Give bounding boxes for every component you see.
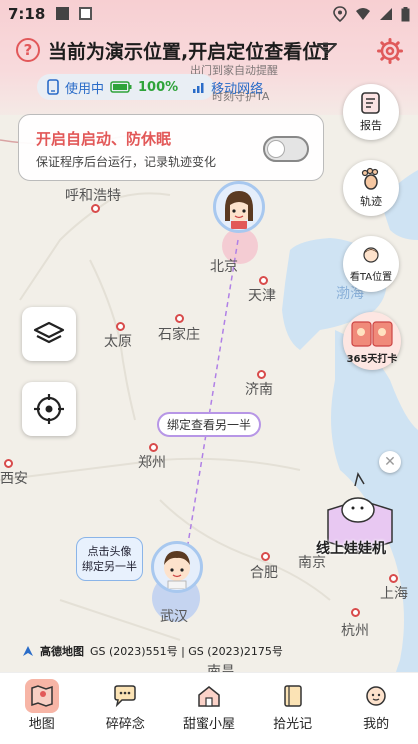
tab-me[interactable]: 我的 <box>341 673 411 744</box>
locate-me-button[interactable] <box>22 382 76 436</box>
city-huhehaote: 呼和浩特 <box>65 188 121 204</box>
location-icon <box>333 6 347 22</box>
tab-map-label: 地图 <box>28 717 55 732</box>
city-tianjin: 天津 <box>248 288 276 304</box>
city-marker <box>149 443 158 452</box>
calendar-icon <box>351 320 393 347</box>
tab-sweet-house-label: 甜蜜小屋 <box>182 717 235 732</box>
autostart-toggle[interactable] <box>263 136 309 162</box>
signal-icon <box>380 8 392 20</box>
battery-full-icon <box>110 81 132 93</box>
city-marker <box>261 552 270 561</box>
map-layers-button[interactable] <box>22 307 76 361</box>
city-marker <box>259 276 268 285</box>
notification-icon <box>56 7 69 20</box>
tab-sweet-house[interactable]: 甜蜜小屋 <box>174 673 244 744</box>
bubble-line2: 绑定另一半 <box>82 560 137 573</box>
report-button[interactable]: 报告 <box>343 84 399 140</box>
notice-description: 保证程序后台运行，记录轨迹变化 <box>36 155 217 169</box>
boy-avatar-icon <box>164 551 190 589</box>
tab-map[interactable]: 地图 <box>7 673 77 744</box>
layers-icon <box>33 321 65 344</box>
tab-chatter-label: 碎碎念 <box>105 717 145 732</box>
profile-icon <box>359 679 393 713</box>
city-marker <box>257 370 266 379</box>
city-marker <box>389 574 398 583</box>
checkin-button[interactable]: 365天打卡 <box>343 312 401 370</box>
copyright-text: GS (2023)551号 | GS (2023)2175号 <box>90 645 283 658</box>
user-avatar-marker[interactable] <box>213 181 265 233</box>
bind-partner-pill[interactable]: 绑定查看另一半 <box>157 412 261 437</box>
chat-bubble-icon <box>108 679 142 713</box>
partner-avatar-marker[interactable] <box>151 541 203 593</box>
network-label: 移动网络 <box>211 82 264 97</box>
bubble-line1: 点击头像 <box>87 545 132 558</box>
city-taiyuan: 太原 <box>104 334 132 350</box>
track-button[interactable]: 轨迹 <box>343 160 399 216</box>
battery-level: 100% <box>138 79 179 95</box>
tab-chatter[interactable]: 碎碎念 <box>90 673 160 744</box>
city-marker <box>91 204 100 213</box>
city-marker <box>175 314 184 323</box>
bottom-tab-bar: 地图 碎碎念 甜蜜小屋 拾光记 我的 <box>0 672 418 744</box>
notification-icon <box>79 7 92 20</box>
chevron-down-icon[interactable] <box>316 42 338 56</box>
view-ta-location-button[interactable]: 看TA位置 <box>343 236 399 292</box>
report-label: 报告 <box>360 119 382 132</box>
map-tab-icon <box>24 679 59 713</box>
usage-status: 使用中 <box>65 81 105 97</box>
track-label: 轨迹 <box>360 195 382 208</box>
status-icons <box>333 6 410 22</box>
city-shijiazhuang: 石家庄 <box>158 327 200 343</box>
amap-logo-icon <box>23 646 33 656</box>
phone-icon <box>47 79 59 95</box>
wifi-icon <box>356 8 370 20</box>
toggle-knob <box>267 140 285 158</box>
house-icon <box>192 679 226 713</box>
city-jinan: 济南 <box>245 382 273 398</box>
notebook-icon <box>276 679 310 713</box>
city-shanghai: 上海 <box>380 586 408 602</box>
notice-title: 开启自启动、防休眠 <box>36 130 172 148</box>
city-wuhan: 武汉 <box>160 609 188 625</box>
city-marker <box>116 322 125 331</box>
footprint-icon <box>361 167 379 190</box>
tab-memories[interactable]: 拾光记 <box>258 673 328 744</box>
city-zhengzhou: 郑州 <box>138 455 166 471</box>
city-xian: 西安 <box>0 471 28 487</box>
tab-memories-label: 拾光记 <box>273 717 313 732</box>
battery-icon <box>401 6 410 21</box>
network-status: 移动网络 <box>193 78 263 97</box>
city-marker <box>351 608 360 617</box>
location-title[interactable]: 当前为演示位置,开启定位查看位置 <box>48 37 328 64</box>
signal-bars-icon <box>193 83 204 93</box>
location-header[interactable]: ? 当前为演示位置,开启定位查看位置 <box>16 36 406 66</box>
bind-hint-bubble[interactable]: 点击头像 绑定另一半 <box>76 537 143 581</box>
city-hangzhou: 杭州 <box>341 623 369 639</box>
city-hefei: 合肥 <box>250 565 278 581</box>
checkin-label: 365天打卡 <box>346 353 398 365</box>
device-status-pill: 使用中 100% <box>37 74 214 100</box>
tab-me-label: 我的 <box>363 717 390 732</box>
city-beijing: 北京 <box>210 259 238 275</box>
view-ta-label: 看TA位置 <box>349 271 393 283</box>
report-icon <box>361 92 380 114</box>
claw-machine-label[interactable]: 线上娃娃机 <box>316 538 386 558</box>
map-logo-text: 高德地图 <box>40 645 84 658</box>
avatar-icon <box>363 246 379 263</box>
map-copyright: 高德地图 GS (2023)551号 | GS (2023)2175号 <box>22 643 283 659</box>
city-marker <box>4 459 13 468</box>
status-time: 7:18 <box>8 5 46 23</box>
crosshair-icon <box>34 394 64 424</box>
girl-avatar-icon <box>225 191 253 229</box>
autostart-notice-card[interactable]: 开启自启动、防休眠 保证程序后台运行，记录轨迹变化 <box>18 114 324 181</box>
status-bar: 7:18 <box>0 0 418 28</box>
help-icon[interactable]: ? <box>16 38 40 62</box>
gear-icon[interactable] <box>377 38 403 64</box>
